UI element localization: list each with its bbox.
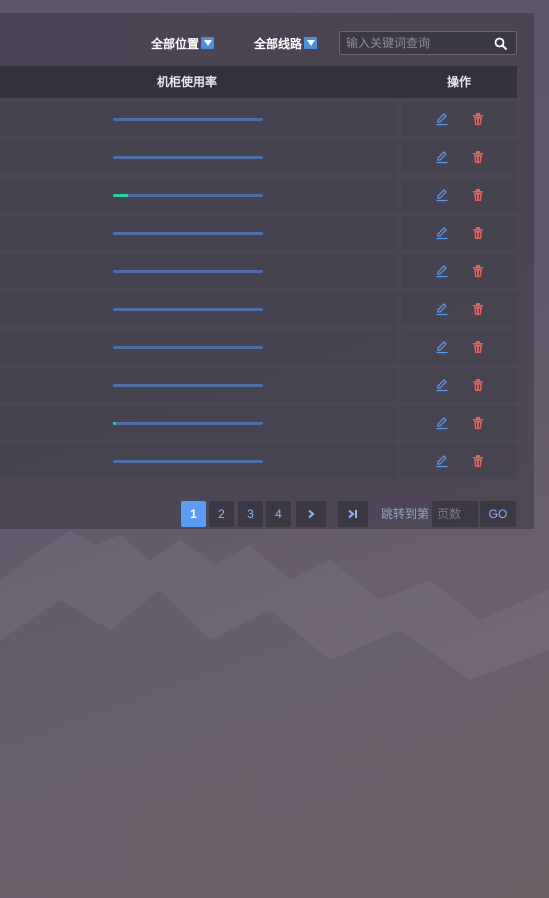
usage-cell xyxy=(0,329,398,365)
edit-icon[interactable] xyxy=(435,150,449,164)
trash-icon[interactable] xyxy=(471,454,485,468)
trash-icon[interactable] xyxy=(471,188,485,202)
usage-cell xyxy=(0,253,398,289)
actions-cell xyxy=(400,329,518,365)
page-button-2[interactable]: 2 xyxy=(209,501,234,527)
actions-cell xyxy=(400,291,518,327)
usage-progress-bar xyxy=(113,346,263,349)
usage-progress-bar xyxy=(113,270,263,273)
edit-icon[interactable] xyxy=(435,226,449,240)
column-header-usage: 机柜使用率 xyxy=(156,75,217,89)
trash-icon[interactable] xyxy=(471,150,485,164)
actions-cell xyxy=(400,253,518,289)
usage-cell xyxy=(0,443,398,479)
page-number-input[interactable] xyxy=(432,501,478,527)
usage-progress-bar xyxy=(113,308,263,311)
last-page-button[interactable] xyxy=(338,501,368,527)
usage-progress-fill xyxy=(113,194,128,197)
actions-cell xyxy=(400,443,518,479)
table-row xyxy=(0,443,518,479)
search-input[interactable] xyxy=(340,32,498,54)
edit-icon[interactable] xyxy=(435,188,449,202)
table-row xyxy=(0,139,518,175)
usage-cell xyxy=(0,291,398,327)
table-row xyxy=(0,177,518,213)
column-header-actions: 操作 xyxy=(446,75,471,89)
usage-cell xyxy=(0,101,398,137)
table-row xyxy=(0,253,518,289)
usage-cell xyxy=(0,367,398,403)
usage-cell xyxy=(0,177,398,213)
trash-icon[interactable] xyxy=(471,416,485,430)
usage-cell xyxy=(0,405,398,441)
line-filter-label: 全部线路 xyxy=(254,36,303,51)
table-row xyxy=(0,101,518,137)
last-page-icon xyxy=(348,509,357,519)
actions-cell xyxy=(400,139,518,175)
usage-progress-bar xyxy=(113,232,263,235)
table-row xyxy=(0,329,518,365)
edit-icon[interactable] xyxy=(435,454,449,468)
actions-cell xyxy=(400,101,518,137)
actions-cell xyxy=(400,367,518,403)
pagination: 1 2 3 4 跳转到第 GO xyxy=(0,501,534,527)
edit-icon[interactable] xyxy=(435,302,449,316)
edit-icon[interactable] xyxy=(435,340,449,354)
jump-label: 跳转到第 xyxy=(381,507,430,521)
table-header: 机柜使用率 操作 xyxy=(0,65,518,99)
usage-progress-bar xyxy=(113,384,263,387)
trash-icon[interactable] xyxy=(471,340,485,354)
trash-icon[interactable] xyxy=(471,112,485,126)
actions-cell xyxy=(400,405,518,441)
usage-progress-fill xyxy=(113,422,116,425)
edit-icon[interactable] xyxy=(435,112,449,126)
line-filter[interactable]: 全部线路 xyxy=(254,35,318,51)
usage-progress-bar xyxy=(113,194,263,197)
go-button[interactable]: GO xyxy=(480,501,516,527)
usage-cell xyxy=(0,215,398,251)
chevron-down-icon xyxy=(201,37,215,49)
actions-cell xyxy=(400,215,518,251)
page-button-1[interactable]: 1 xyxy=(181,501,206,527)
usage-cell xyxy=(0,139,398,175)
page-button-4[interactable]: 4 xyxy=(266,501,291,527)
page-button-3[interactable]: 3 xyxy=(238,501,263,527)
toolbar: 全部位置 全部线路 xyxy=(0,31,534,55)
usage-progress-bar xyxy=(113,118,263,121)
search-box xyxy=(339,31,517,55)
location-filter[interactable]: 全部位置 xyxy=(151,35,215,51)
edit-icon[interactable] xyxy=(435,264,449,278)
usage-progress-bar xyxy=(113,422,263,425)
usage-progress-bar xyxy=(113,460,263,463)
search-icon[interactable] xyxy=(494,37,507,50)
chevron-right-icon xyxy=(308,509,315,519)
main-panel: 全部位置 全部线路 机柜使用率 操作 1 2 3 4 xyxy=(0,13,534,529)
trash-icon[interactable] xyxy=(471,264,485,278)
edit-icon[interactable] xyxy=(435,378,449,392)
usage-progress-bar xyxy=(113,156,263,159)
location-filter-label: 全部位置 xyxy=(151,36,200,51)
next-page-button[interactable] xyxy=(296,501,326,527)
table-row xyxy=(0,215,518,251)
trash-icon[interactable] xyxy=(471,302,485,316)
actions-cell xyxy=(400,177,518,213)
chevron-down-icon xyxy=(304,37,318,49)
background-mountains xyxy=(0,530,549,898)
table-row xyxy=(0,291,518,327)
table-row xyxy=(0,405,518,441)
trash-icon[interactable] xyxy=(471,226,485,240)
trash-icon[interactable] xyxy=(471,378,485,392)
table-row xyxy=(0,367,518,403)
edit-icon[interactable] xyxy=(435,416,449,430)
